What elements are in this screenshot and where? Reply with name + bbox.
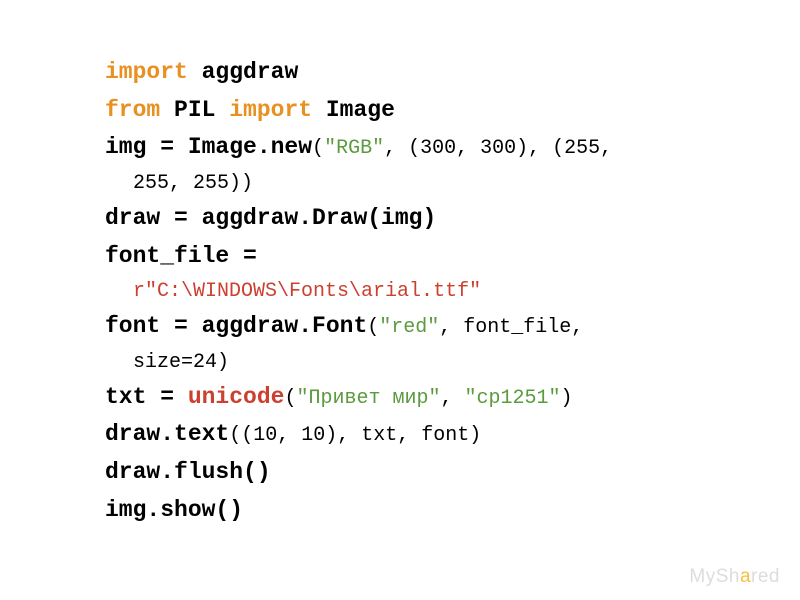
code-line-3b: 255, 255)) [105, 168, 705, 199]
code-line-4: draw = aggdraw.Draw(img) [105, 201, 705, 237]
code-line-8: draw.text((10, 10), txt, font) [105, 417, 705, 453]
code-text: font_file = [105, 243, 257, 269]
string-literal: "C:\WINDOWS\Fonts\arial.ttf" [145, 280, 481, 303]
code-text: , font_file, [439, 316, 583, 339]
code-text: font = aggdraw.Font [105, 313, 367, 339]
string-prefix: r [133, 280, 145, 303]
code-text: , [441, 387, 465, 410]
code-text: ( [312, 137, 324, 160]
code-line-6: font = aggdraw.Font("red", font_file, [105, 309, 705, 345]
code-text: ( [367, 316, 379, 339]
code-line-6b: size=24) [105, 347, 705, 378]
code-text: img = Image.new [105, 134, 312, 160]
string-literal: "Привет мир" [296, 387, 440, 410]
keyword-import: import [105, 59, 188, 85]
code-text: size=24) [133, 351, 229, 374]
keyword-import-2: import [229, 97, 312, 123]
string-literal: "red" [379, 316, 439, 339]
code-line-1: import aggdraw [105, 55, 705, 91]
code-text: draw = aggdraw.Draw(img) [105, 205, 436, 231]
code-line-9: draw.flush() [105, 455, 705, 491]
code-text: ((10, 10), txt, font) [229, 424, 481, 447]
code-text: ) [561, 387, 573, 410]
code-text: txt = [105, 384, 188, 410]
watermark-accent: a [740, 566, 751, 587]
code-line-5b: r"C:\WINDOWS\Fonts\arial.ttf" [105, 276, 705, 307]
code-line-7: txt = unicode("Привет мир", "cp1251") [105, 380, 705, 416]
code-text: draw.flush() [105, 459, 271, 485]
module-image: Image [312, 97, 395, 123]
code-text: img.show() [105, 497, 243, 523]
code-line-5: font_file = [105, 239, 705, 275]
watermark-text: MySh [689, 566, 740, 587]
watermark-text: red [751, 566, 780, 587]
watermark: MyShared [689, 566, 780, 588]
code-line-3: img = Image.new("RGB", (300, 300), (255, [105, 130, 705, 166]
code-text: , (300, 300), (255, [384, 137, 612, 160]
slide-container: import aggdraw from PIL import Image img… [0, 0, 800, 600]
code-text: 255, 255)) [133, 172, 253, 195]
module-pil: PIL [160, 97, 229, 123]
code-line-10: img.show() [105, 493, 705, 529]
code-text: ( [284, 387, 296, 410]
module-aggdraw: aggdraw [188, 59, 298, 85]
keyword-from: from [105, 97, 160, 123]
code-block: import aggdraw from PIL import Image img… [105, 55, 705, 528]
code-text: draw.text [105, 421, 229, 447]
string-literal: "RGB" [324, 137, 384, 160]
function-unicode: unicode [188, 384, 285, 410]
string-literal: "cp1251" [465, 387, 561, 410]
code-line-2: from PIL import Image [105, 93, 705, 129]
